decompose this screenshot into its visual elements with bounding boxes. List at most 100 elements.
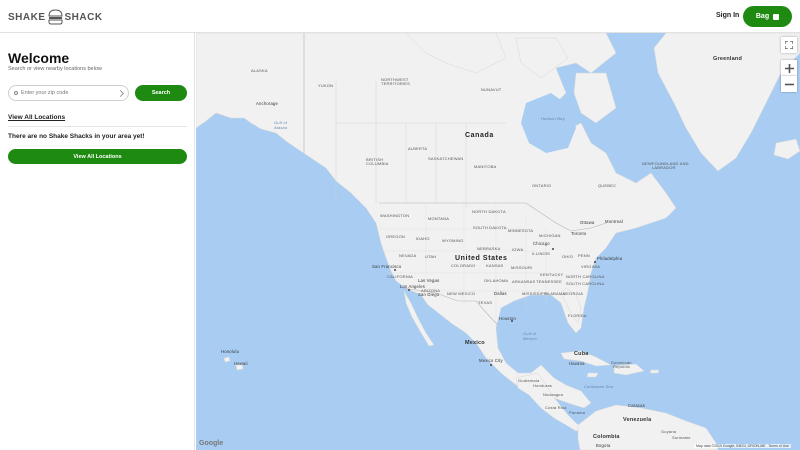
label-kansas: KANSAS [486,263,504,268]
city-bogota: Bogota [596,443,611,448]
city-los-angeles: Los Angeles [400,284,426,289]
label-nwt-2: TERRITORIES [381,81,411,86]
label-kentucky: KENTUCKY [540,272,564,277]
zip-search-box[interactable] [8,85,129,101]
fullscreen-icon [785,41,793,49]
label-yukon: YUKON [318,83,334,88]
city-philadelphia: Philadelphia [597,256,623,261]
sign-in-link[interactable]: Sign In [716,12,739,19]
location-pin-icon [14,91,18,95]
label-alberta: ALBERTA [408,146,428,151]
no-results-message: There are no Shake Shacks in your area y… [8,133,145,140]
minus-icon [784,83,794,85]
label-guyana: Guyana [661,429,677,434]
zoom-out-button[interactable] [781,76,797,92]
water-gulf-mexico-2: Mexico [523,336,537,341]
page-subtitle: Search or view nearby locations below [8,66,102,72]
label-ontario: ONTARIO [532,183,552,188]
label-bc-2: COLUMBIA [366,161,389,166]
label-nunavut: NUNAVUT [481,87,502,92]
label-cuba: Cuba [574,351,589,357]
map-canvas[interactable]: Canada United States Mexico Greenland AL… [196,33,800,450]
city-anchorage: Anchorage [256,101,279,106]
city-havana: Havana [569,361,585,366]
city-houston: Houston [499,316,516,321]
burger-icon [48,9,63,25]
label-georgia: GEORGIA [563,291,584,296]
label-panama: Panama [569,410,586,415]
label-nebraska: NEBRASKA [477,246,501,251]
location-sidebar: Welcome Search or view nearby locations … [0,33,195,450]
view-all-locations-link[interactable]: View All Locations [8,114,65,121]
city-ottawa: Ottawa [580,220,595,225]
shake-shack-logo[interactable]: SHAKE SHACK [8,8,103,26]
terms-link[interactable]: Terms of Use [768,444,789,448]
city-caracas: Caracas [628,403,645,408]
label-saskatchewan: SASKATCHEWAN [428,156,464,161]
label-oklahoma: OKLAHOMA [484,278,509,283]
city-san-francisco: San Francisco [372,264,402,269]
top-header: SHAKE SHACK Sign In Bag [0,0,800,33]
label-nc: NORTH CAROLINA [566,274,605,279]
label-missouri: MISSOURI [511,265,533,270]
map-attribution: Map data ©2019 Google, INEGI, ORION-ME T… [694,444,791,448]
city-montreal: Montreal [605,219,623,224]
label-virginia: VIRGINIA [581,264,601,269]
water-gulf-alaska-2: Alaska [274,125,288,130]
city-honolulu: Honolulu [221,349,240,354]
label-nd: NORTH DAKOTA [472,209,506,214]
label-republic: Republic [613,364,631,369]
page-title: Welcome [8,50,70,66]
label-michigan: MICHIGAN [539,233,561,238]
city-dot-los-angeles [408,289,410,291]
label-oregon: OREGON [386,234,405,239]
water-caribbean-sea: Caribbean Sea [584,384,614,389]
label-manitoba: MANITOBA [474,164,497,169]
city-dot-mexico-city [490,364,492,366]
map-landmass [196,33,800,450]
label-venezuela: Venezuela [623,417,652,423]
city-mexico-city: Mexico City [479,358,503,363]
label-nl-2: LABRADOR [652,165,676,170]
label-colombia: Colombia [593,434,620,440]
label-montana: MONTANA [428,216,450,221]
label-sd: SOUTH DAKOTA [473,225,507,230]
bag-button[interactable]: Bag [743,6,792,27]
city-las-vegas: Las Vegas [418,278,440,283]
label-honduras: Honduras [533,383,552,388]
city-dot-chicago [552,248,554,250]
label-nicaragua: Nicaragua [543,392,564,397]
water-hudson-bay: Hudson Bay [541,116,565,121]
label-tennessee: TENNESSEE [536,279,563,284]
label-quebec: QUEBEC [598,183,617,188]
view-all-locations-button[interactable]: View All Locations [8,149,187,164]
bag-icon [773,13,780,20]
bag-label: Bag [755,13,770,20]
logo-text-left: SHAKE [8,11,46,23]
label-ohio: OHIO [562,254,574,259]
label-texas: TEXAS [478,300,493,305]
label-arkansas: ARKANSAS [512,279,536,284]
label-illinois: ILLINOIS [532,251,551,256]
google-logo: Google [199,440,224,447]
label-sc: SOUTH CAROLINA [566,281,605,286]
city-dot-philadelphia [594,261,596,263]
zip-input[interactable] [21,90,113,96]
city-san-diego: San Diego [418,292,440,297]
label-new-mexico: NEW MEXICO [447,291,476,296]
label-greenland: Greenland [713,56,743,62]
label-united-states: United States [455,255,508,262]
label-wyoming: WYOMING [442,238,464,243]
zoom-in-button[interactable] [781,60,797,76]
locate-me-icon[interactable] [116,89,125,97]
label-california: CALIFORNIA [387,274,414,279]
label-suriname: Suriname [672,435,691,440]
label-idaho: IDAHO [416,236,430,241]
label-alaska: ALASKA [251,68,268,73]
label-iowa: IOWA [512,247,524,252]
label-canada: Canada [465,132,494,139]
region-hawaii: Hawaii [234,361,248,366]
city-dot-san-francisco [394,269,396,271]
fullscreen-button[interactable] [781,37,797,53]
search-button[interactable]: Search [135,85,187,101]
